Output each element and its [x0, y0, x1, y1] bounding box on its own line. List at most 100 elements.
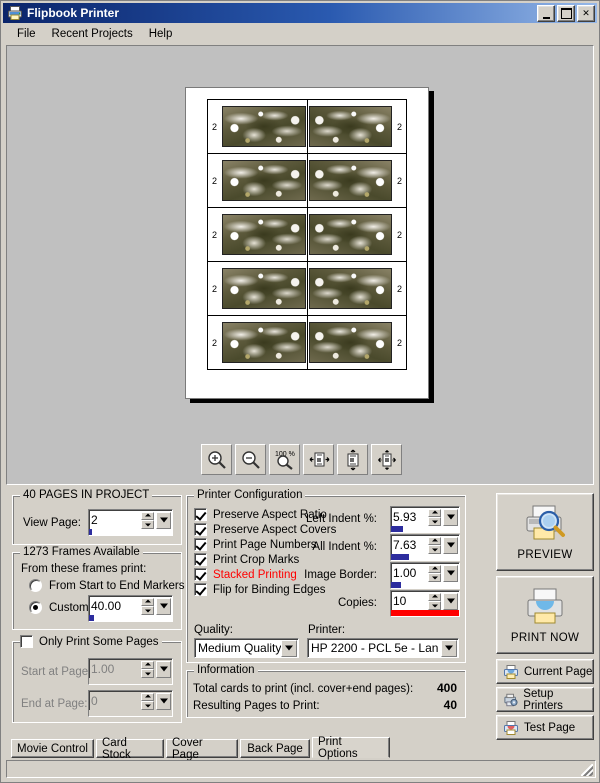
checkbox-box[interactable]	[194, 508, 207, 521]
menu-item-recent-projects[interactable]: Recent Projects	[44, 27, 141, 41]
end-at-page-spinner[interactable]: 0	[88, 690, 173, 717]
custom-frames-stepper[interactable]	[141, 596, 172, 615]
copies-value[interactable]: 10	[391, 591, 428, 610]
radio-custom[interactable]: Custom:	[29, 601, 92, 614]
custom-frames-spinner[interactable]: 40.00	[88, 595, 173, 622]
checkbox-box[interactable]	[194, 553, 207, 566]
image-border-spinner[interactable]: 1.00	[390, 562, 460, 589]
printer-select[interactable]: HP 2200 - PCL 5e - Lan	[307, 638, 459, 658]
start-at-page-up-icon[interactable]	[141, 661, 154, 670]
radio-custom-box[interactable]	[29, 601, 42, 614]
all-indent-spinner[interactable]: 7.63	[390, 534, 460, 561]
left-indent-value[interactable]: 5.93	[391, 507, 428, 526]
quality-chevron-down-icon[interactable]	[281, 640, 297, 657]
preview-page[interactable]: 2222222222	[185, 87, 429, 399]
image-border-slider[interactable]	[391, 582, 459, 588]
all-indent-stepper[interactable]	[428, 535, 459, 554]
preview-canvas[interactable]: 2222222222	[6, 45, 594, 485]
start-at-page-value[interactable]: 1.00	[89, 659, 141, 678]
preview-button[interactable]: PREVIEW	[496, 493, 594, 571]
checkbox-print-crop-marks[interactable]: Print Crop Marks	[194, 553, 336, 566]
tab-back-page[interactable]: Back Page	[240, 739, 310, 758]
quality-select[interactable]: Medium Quality	[194, 638, 299, 658]
left-indent-spinner[interactable]: 5.93	[390, 506, 460, 533]
menu-item-help[interactable]: Help	[141, 27, 181, 41]
checkbox-box[interactable]	[194, 523, 207, 536]
all-indent-updown[interactable]	[428, 537, 441, 554]
all-indent-dropdown-icon[interactable]	[443, 537, 458, 554]
end-at-page-stepper[interactable]	[141, 691, 172, 710]
custom-frames-value[interactable]: 40.00	[89, 596, 141, 615]
image-border-value[interactable]: 1.00	[391, 563, 428, 582]
radio-start-to-end-markers[interactable]: From Start to End Markers	[29, 579, 184, 592]
custom-frames-slider[interactable]	[89, 615, 172, 621]
image-border-stepper[interactable]	[428, 563, 459, 582]
end-at-page-updown[interactable]	[141, 693, 154, 710]
tab-cover-page[interactable]: Cover Page	[166, 739, 238, 758]
copies-down-icon[interactable]	[428, 601, 441, 610]
print-now-button[interactable]: PRINT NOW	[496, 576, 594, 654]
fit-page-icon[interactable]	[371, 444, 402, 475]
custom-frames-updown[interactable]	[141, 598, 154, 615]
maximize-button[interactable]	[557, 5, 575, 22]
copies-spinner[interactable]: 10	[390, 590, 460, 617]
printer-chevron-down-icon[interactable]	[441, 640, 457, 657]
fit-height-icon[interactable]	[337, 444, 368, 475]
end-at-page-down-icon[interactable]	[141, 701, 154, 710]
custom-frames-dropdown-icon[interactable]	[156, 598, 171, 615]
zoom-out-icon[interactable]	[235, 444, 266, 475]
left-indent-up-icon[interactable]	[428, 509, 441, 518]
view-page-value[interactable]: 2	[89, 510, 141, 529]
tab-movie-control[interactable]: Movie Control	[11, 739, 94, 758]
checkbox-box[interactable]	[194, 538, 207, 551]
all-indent-up-icon[interactable]	[428, 537, 441, 546]
checkbox-box[interactable]	[194, 583, 207, 596]
copies-updown[interactable]	[428, 593, 441, 610]
copies-stepper[interactable]	[428, 591, 459, 610]
start-at-page-down-icon[interactable]	[141, 669, 154, 678]
view-page-stepper[interactable]	[141, 510, 172, 529]
tab-print-options[interactable]: Print Options	[312, 737, 390, 758]
start-at-page-spinner[interactable]: 1.00	[88, 658, 173, 685]
minimize-button[interactable]	[537, 5, 555, 22]
end-at-page-value[interactable]: 0	[89, 691, 141, 710]
left-indent-down-icon[interactable]	[428, 517, 441, 526]
view-page-updown[interactable]	[141, 512, 154, 529]
checkbox-flip-for-binding-edges[interactable]: Flip for Binding Edges	[194, 583, 336, 596]
copies-dropdown-icon[interactable]	[443, 593, 458, 610]
all-indent-down-icon[interactable]	[428, 545, 441, 554]
copies-slider[interactable]	[391, 610, 459, 616]
current-page-button[interactable]: Current Page	[496, 659, 594, 684]
setup-printers-button[interactable]: Setup Printers	[496, 687, 594, 712]
left-indent-stepper[interactable]	[428, 507, 459, 526]
image-border-down-icon[interactable]	[428, 573, 441, 582]
view-page-dropdown-icon[interactable]	[156, 512, 171, 529]
left-indent-dropdown-icon[interactable]	[443, 509, 458, 526]
close-icon[interactable]: ✕	[577, 5, 595, 22]
checkbox-box[interactable]	[194, 568, 207, 581]
fit-width-icon[interactable]	[303, 444, 334, 475]
view-page-down-icon[interactable]	[141, 520, 154, 529]
start-at-page-stepper[interactable]	[141, 659, 172, 678]
left-indent-slider[interactable]	[391, 526, 459, 532]
menu-item-file[interactable]: File	[9, 27, 44, 41]
view-page-slider[interactable]	[89, 529, 172, 535]
copies-up-icon[interactable]	[428, 593, 441, 602]
start-at-page-updown[interactable]	[141, 661, 154, 678]
zoom-100-icon[interactable]: 100 %	[269, 444, 300, 475]
start-at-page-slider[interactable]	[89, 678, 172, 684]
image-border-updown[interactable]	[428, 565, 441, 582]
custom-frames-up-icon[interactable]	[141, 598, 154, 607]
image-border-dropdown-icon[interactable]	[443, 565, 458, 582]
resize-grip-icon[interactable]	[581, 764, 593, 776]
end-at-page-up-icon[interactable]	[141, 693, 154, 702]
start-at-page-dropdown-icon[interactable]	[156, 661, 171, 678]
end-at-page-dropdown-icon[interactable]	[156, 693, 171, 710]
all-indent-value[interactable]: 7.63	[391, 535, 428, 554]
tab-card-stock[interactable]: Card Stock	[96, 739, 164, 758]
only-print-some-pages-checkbox[interactable]	[20, 635, 33, 648]
radio-start-to-end-markers-box[interactable]	[29, 579, 42, 592]
view-page-up-icon[interactable]	[141, 512, 154, 521]
view-page-spinner[interactable]: 2	[88, 509, 173, 536]
custom-frames-down-icon[interactable]	[141, 606, 154, 615]
